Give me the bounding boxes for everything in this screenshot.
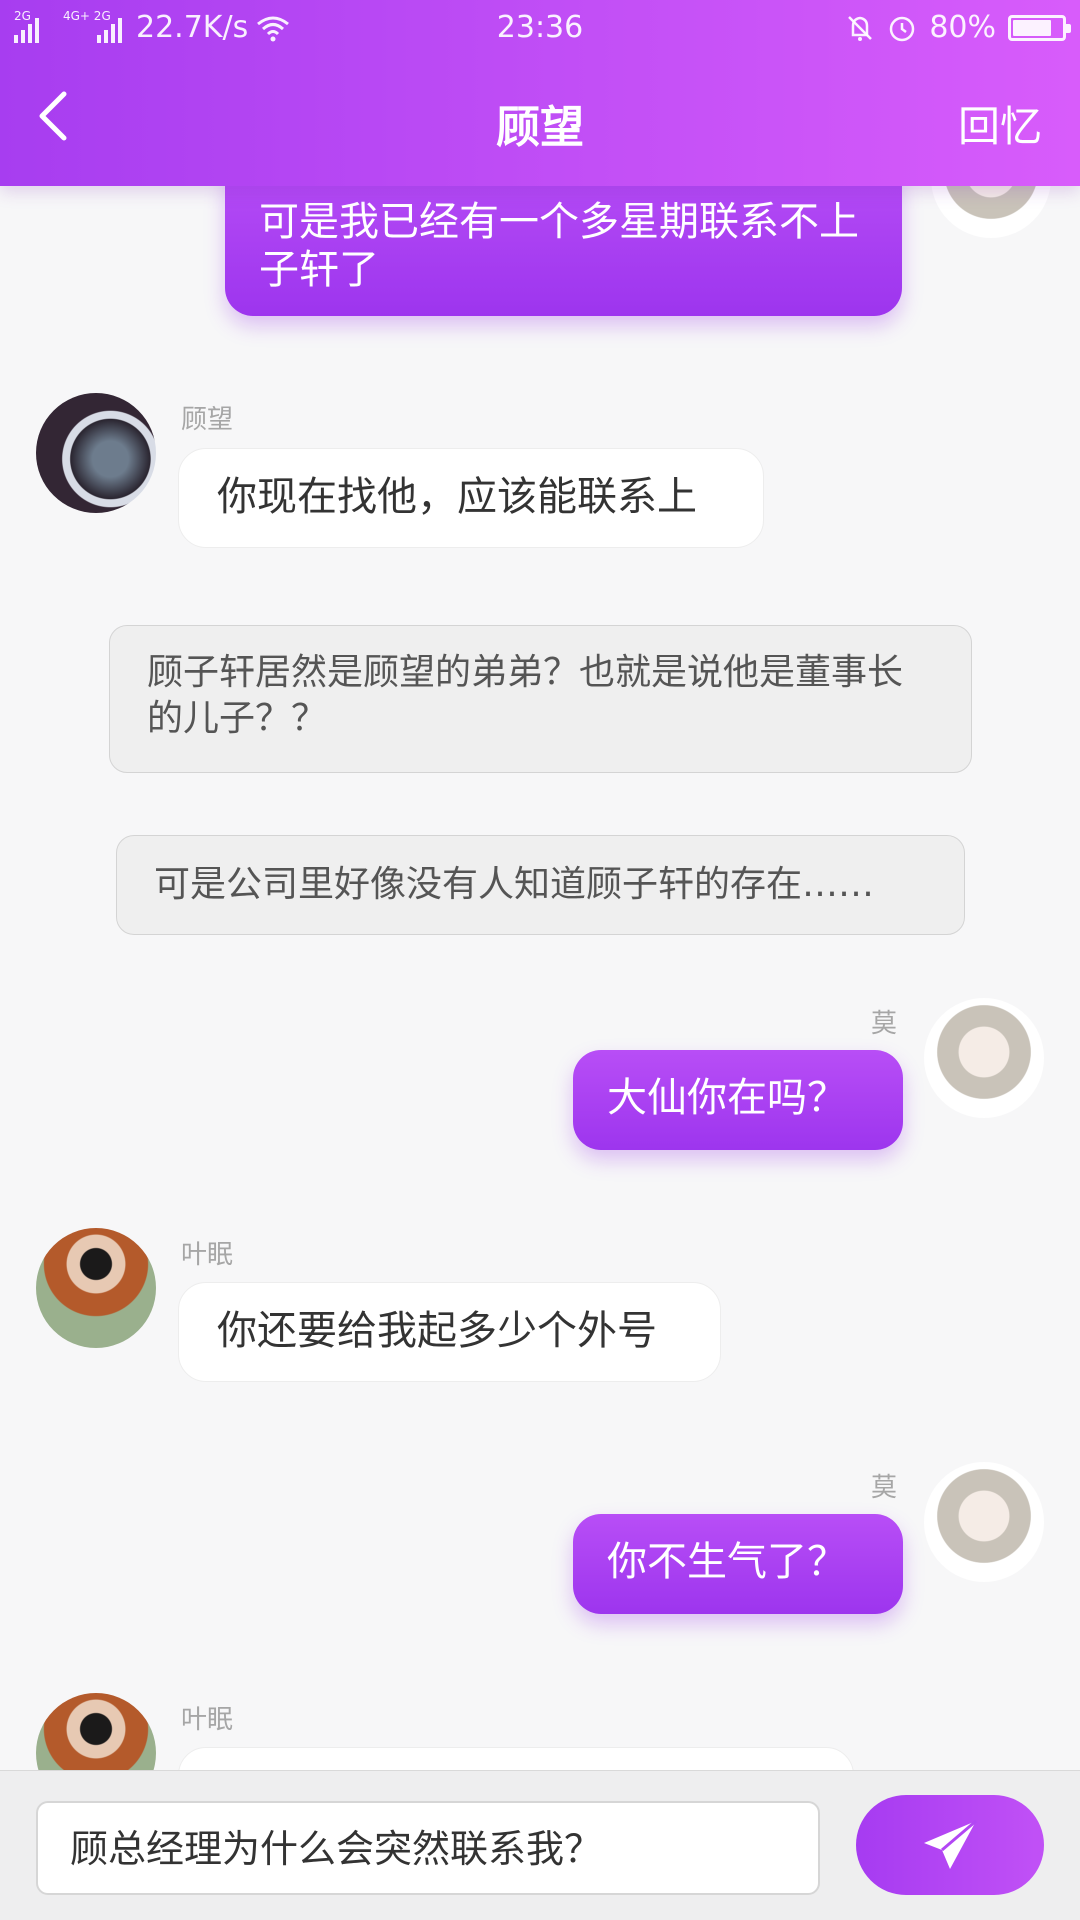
app-header: 2G 4G+ 2G 22.7K/s 23:36 80% 顾望 回忆	[0, 0, 1080, 186]
avatar-mo[interactable]	[924, 998, 1044, 1118]
message-text: 你现在找他，应该能联系上	[217, 474, 697, 520]
message-input[interactable]: 顾总经理为什么会突然联系我？	[36, 1801, 820, 1895]
sender-name: 叶眠	[181, 1705, 234, 1735]
narration-text: 顾子轩居然是顾望的弟弟？也就是说他是董事长的儿子？？	[147, 652, 904, 739]
avatar-yemian[interactable]	[36, 1228, 156, 1348]
message-text: 大仙你在吗？	[607, 1075, 847, 1121]
message-text: 可是我已经有一个多星期联系不上子轩了	[259, 199, 859, 293]
status-bar: 2G 4G+ 2G 22.7K/s 23:36 80%	[0, 0, 1080, 56]
message-bubble-outgoing[interactable]: 大仙你在吗？	[573, 1050, 903, 1150]
message-bubble-incoming[interactable]: 你还要给我起多少个外号	[178, 1282, 721, 1382]
avatar-mo[interactable]	[931, 186, 1051, 238]
message-bubble-incoming[interactable]	[178, 1747, 854, 1770]
send-button[interactable]	[856, 1795, 1044, 1895]
send-icon	[924, 1819, 977, 1869]
narration-box: 顾子轩居然是顾望的弟弟？也就是说他是董事长的儿子？？	[109, 625, 972, 773]
message-bubble-incoming[interactable]: 你现在找他，应该能联系上	[178, 448, 764, 548]
sender-name: 莫	[871, 1009, 898, 1039]
input-bar: 顾总经理为什么会突然联系我？	[0, 1770, 1080, 1920]
memory-button[interactable]: 回忆	[958, 93, 1042, 154]
chat-area[interactable]: 可是我已经有一个多星期联系不上子轩了 顾望 你现在找他，应该能联系上 顾子轩居然…	[0, 186, 1080, 1770]
avatar-yemian[interactable]	[36, 1693, 156, 1770]
alarm-icon	[890, 16, 915, 41]
sender-name: 叶眠	[181, 1240, 234, 1270]
message-text: 你还要给我起多少个外号	[217, 1308, 657, 1354]
battery-percent: 80%	[929, 10, 996, 45]
battery-icon	[1008, 14, 1071, 41]
narration-text: 可是公司里好像没有人知道顾子轩的存在……	[154, 864, 875, 905]
message-bubble-outgoing[interactable]: 可是我已经有一个多星期联系不上子轩了	[225, 186, 902, 316]
nav-bar: 顾望 回忆	[0, 56, 1080, 186]
narration-box: 可是公司里好像没有人知道顾子轩的存在……	[116, 835, 965, 935]
sender-name: 莫	[871, 1473, 898, 1503]
avatar-mo[interactable]	[924, 1462, 1044, 1582]
message-bubble-outgoing[interactable]: 你不生气了？	[573, 1514, 903, 1614]
sender-name: 顾望	[181, 405, 234, 435]
status-right: 80%	[845, 10, 1071, 45]
message-text: 你不生气了？	[607, 1539, 847, 1585]
mute-bell-icon	[848, 15, 873, 41]
chat-title: 顾望	[496, 102, 584, 153]
avatar-guwang[interactable]	[36, 393, 156, 513]
